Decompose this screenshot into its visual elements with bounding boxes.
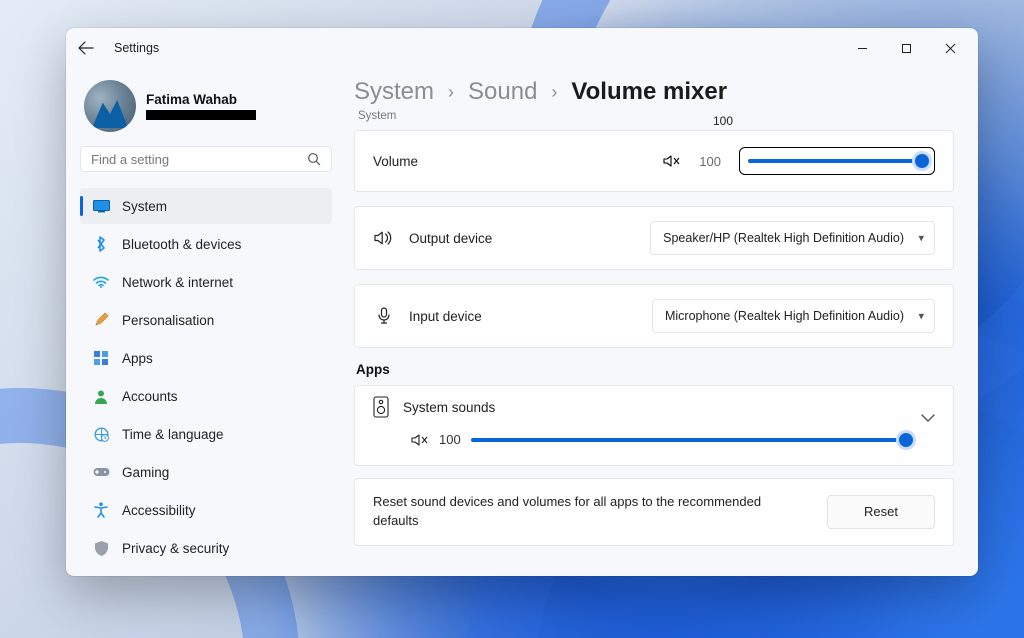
breadcrumb-sound[interactable]: Sound — [468, 78, 537, 106]
back-button[interactable] — [78, 41, 108, 55]
reset-description: Reset sound devices and volumes for all … — [373, 493, 807, 531]
speaker-muted-icon[interactable] — [663, 154, 681, 168]
avatar — [84, 80, 136, 132]
sidebar-item-label: Personalisation — [122, 313, 214, 328]
section-heading-truncated: System — [358, 110, 396, 122]
sidebar-item-label: Gaming — [122, 465, 169, 480]
sidebar-item-label: System — [122, 199, 167, 214]
volume-value: 100 — [699, 154, 721, 169]
reset-button-label: Reset — [864, 504, 898, 519]
volume-row: 100 Volume 100 — [354, 130, 954, 192]
sidebar-item-system[interactable]: System — [80, 188, 332, 224]
main-content: System › Sound › Volume mixer System 100… — [346, 68, 978, 576]
volume-slider-highlight — [739, 147, 935, 175]
speaker-muted-icon[interactable] — [411, 433, 429, 447]
profile-block[interactable]: Fatima Wahab — [84, 80, 332, 132]
speaker-icon — [373, 230, 395, 246]
system-sounds-card: System sounds 100 — [354, 385, 954, 466]
accessibility-icon — [92, 502, 110, 518]
sidebar-item-label: Network & internet — [122, 275, 233, 290]
sidebar-item-label: Accessibility — [122, 503, 196, 518]
gamepad-icon — [92, 467, 110, 478]
nav-list: System Bluetooth & devices Network & int… — [80, 188, 332, 566]
sidebar-item-gaming[interactable]: Gaming — [80, 454, 332, 490]
output-device-select[interactable]: Speaker/HP (Realtek High Definition Audi… — [650, 221, 935, 255]
sidebar-item-accounts[interactable]: Accounts — [80, 378, 332, 414]
reset-card: Reset sound devices and volumes for all … — [354, 478, 954, 546]
breadcrumb-current: Volume mixer — [571, 78, 727, 106]
slider-thumb[interactable] — [912, 151, 932, 171]
globe-clock-icon — [92, 427, 110, 442]
chevron-right-icon: › — [551, 82, 557, 103]
chevron-down-icon: ▾ — [918, 310, 924, 323]
close-button[interactable] — [928, 33, 972, 63]
system-sounds-slider[interactable] — [471, 438, 909, 442]
volume-label: Volume — [373, 154, 418, 169]
display-icon — [92, 200, 110, 213]
wifi-icon — [92, 276, 110, 288]
sidebar: Fatima Wahab Find a setting System Bluet… — [66, 68, 346, 576]
output-device-row: Output device Speaker/HP (Realtek High D… — [354, 206, 954, 270]
breadcrumb: System › Sound › Volume mixer — [354, 78, 954, 106]
maximize-button[interactable] — [884, 33, 928, 63]
expand-button[interactable] — [921, 414, 935, 423]
microphone-icon — [373, 307, 395, 325]
output-device-value: Speaker/HP (Realtek High Definition Audi… — [663, 231, 904, 245]
sidebar-item-personalisation[interactable]: Personalisation — [80, 302, 332, 338]
search-icon — [307, 152, 321, 166]
sidebar-item-label: Accounts — [122, 389, 178, 404]
system-sounds-value: 100 — [439, 432, 461, 447]
volume-slider[interactable] — [748, 159, 926, 163]
titlebar: Settings — [66, 28, 978, 68]
sidebar-item-label: Time & language — [122, 427, 224, 442]
sidebar-item-apps[interactable]: Apps — [80, 340, 332, 376]
sidebar-item-label: Apps — [122, 351, 153, 366]
output-device-label: Output device — [409, 231, 492, 246]
bluetooth-icon — [92, 236, 110, 252]
input-device-label: Input device — [409, 309, 482, 324]
sidebar-item-privacy[interactable]: Privacy & security — [80, 530, 332, 566]
sidebar-item-bluetooth[interactable]: Bluetooth & devices — [80, 226, 332, 262]
device-speaker-icon — [373, 396, 389, 418]
volume-tooltip: 100 — [711, 114, 735, 128]
chevron-right-icon: › — [448, 82, 454, 103]
input-device-value: Microphone (Realtek High Definition Audi… — [665, 309, 904, 323]
apps-icon — [92, 351, 110, 366]
input-device-row: Input device Microphone (Realtek High De… — [354, 284, 954, 348]
settings-window: Settings Fatima Wahab Find a setting — [66, 28, 978, 576]
system-sounds-title: System sounds — [403, 400, 495, 415]
paintbrush-icon — [92, 312, 110, 328]
reset-button[interactable]: Reset — [827, 495, 935, 529]
shield-icon — [92, 541, 110, 556]
person-icon — [92, 389, 110, 404]
profile-name: Fatima Wahab — [146, 92, 256, 107]
input-device-select[interactable]: Microphone (Realtek High Definition Audi… — [652, 299, 935, 333]
sidebar-item-label: Privacy & security — [122, 541, 229, 556]
chevron-down-icon: ▾ — [918, 232, 924, 245]
sidebar-item-label: Bluetooth & devices — [122, 237, 241, 252]
search-input[interactable]: Find a setting — [80, 146, 332, 172]
search-placeholder: Find a setting — [91, 152, 169, 167]
slider-thumb[interactable] — [896, 430, 916, 450]
minimize-button[interactable] — [840, 33, 884, 63]
breadcrumb-system[interactable]: System — [354, 78, 434, 106]
window-title: Settings — [114, 41, 159, 55]
sidebar-item-time[interactable]: Time & language — [80, 416, 332, 452]
sidebar-item-accessibility[interactable]: Accessibility — [80, 492, 332, 528]
profile-email-redacted — [146, 110, 256, 120]
sidebar-item-network[interactable]: Network & internet — [80, 264, 332, 300]
apps-heading: Apps — [356, 362, 954, 377]
